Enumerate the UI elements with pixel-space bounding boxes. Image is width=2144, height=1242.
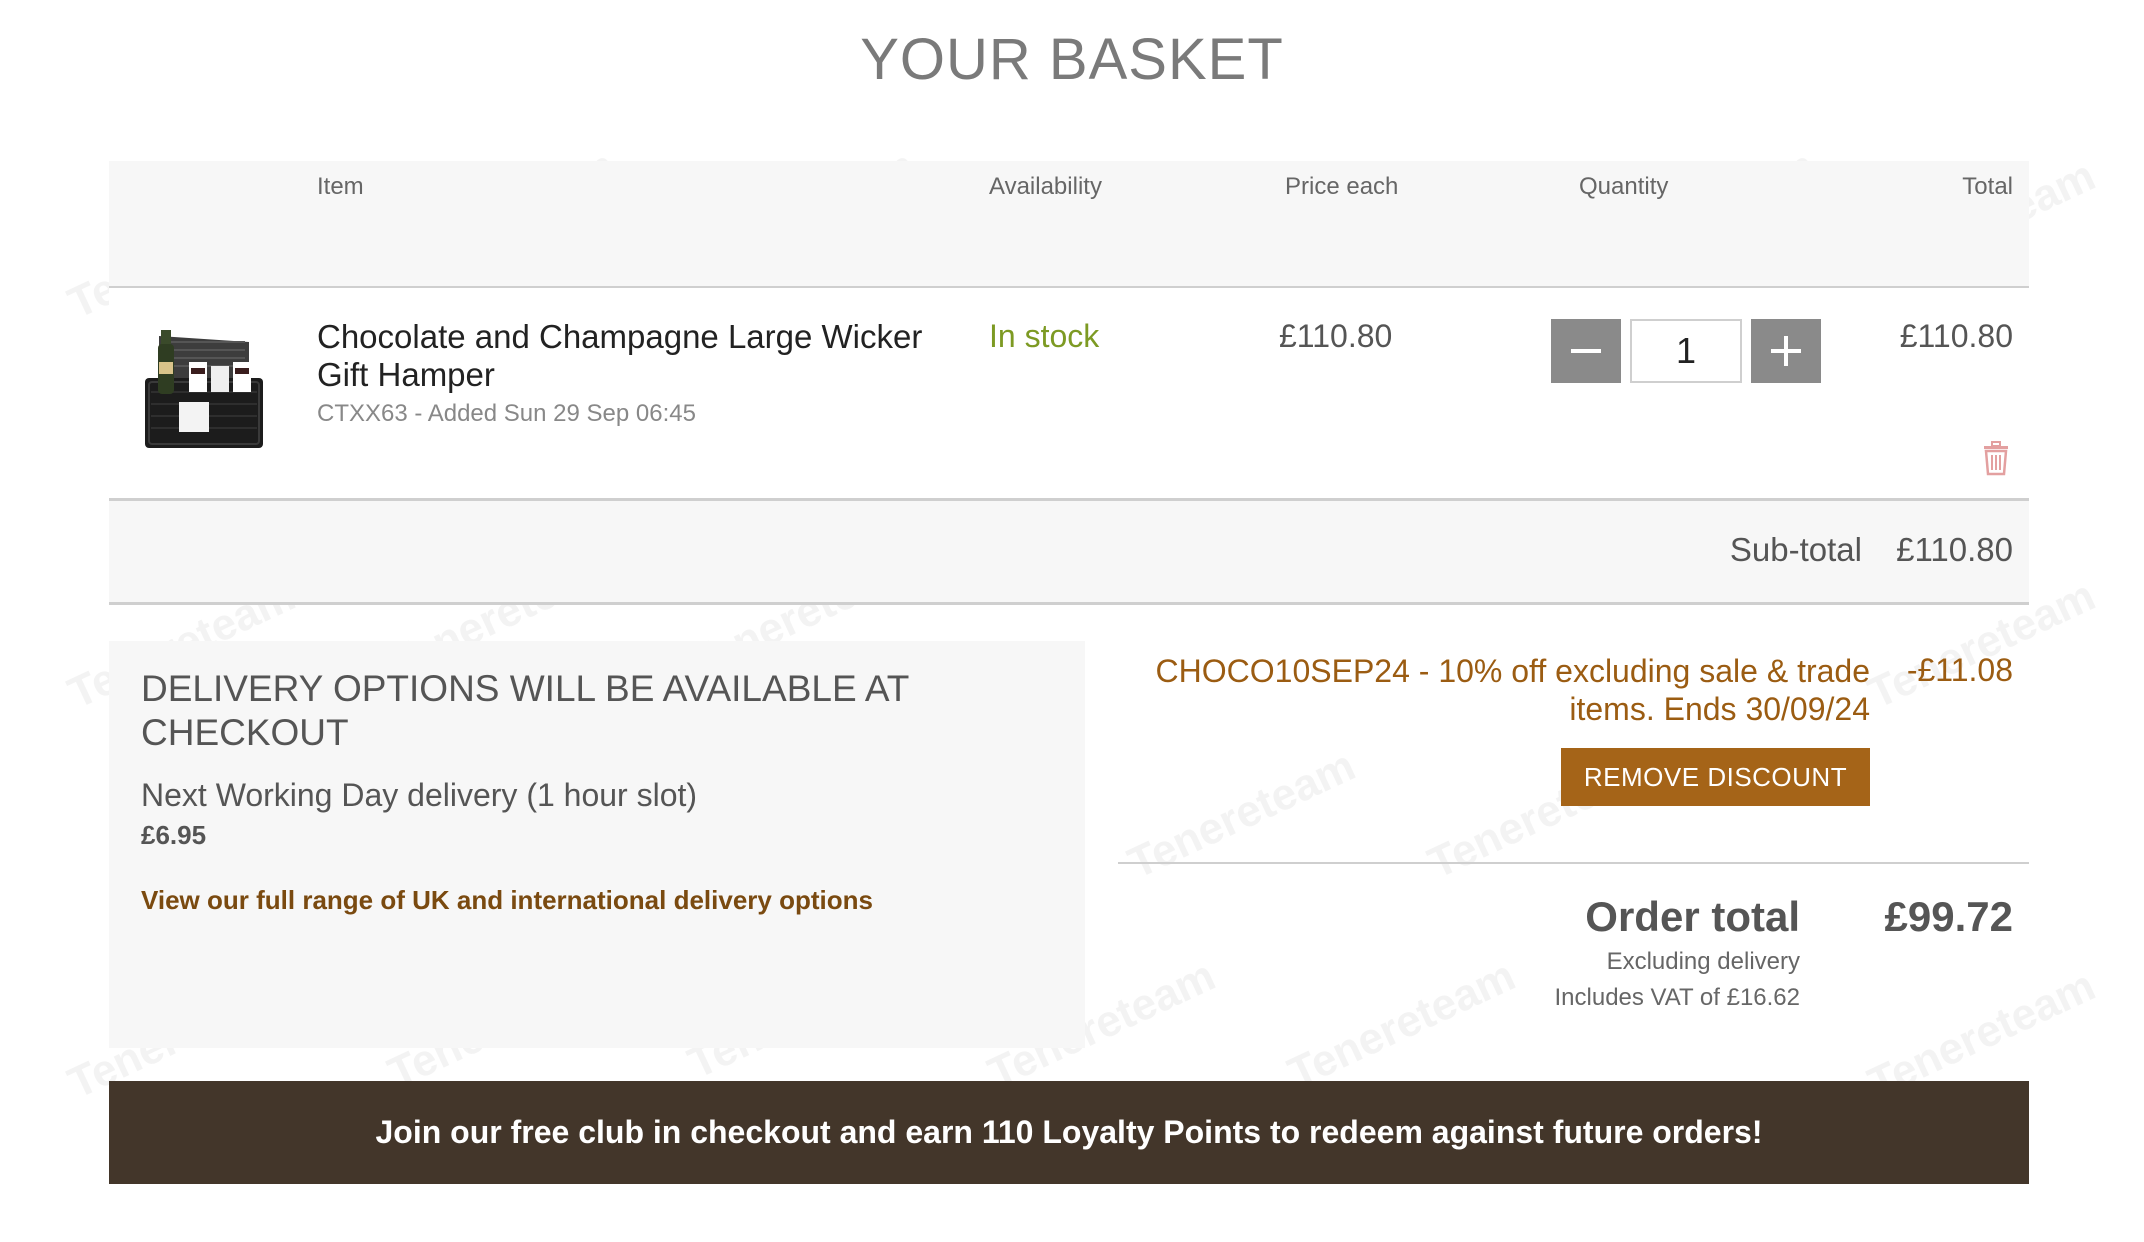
discount-description: CHOCO10SEP24 - 10% off excluding sale & … [1155,653,1870,727]
availability-status: In stock [989,318,1100,354]
plus-icon [1771,336,1801,366]
header-total: Total [1962,173,2013,200]
watermark: Tenereteam [1280,950,1523,1099]
header-price-each: Price each [1285,173,1399,200]
header-item: Item [317,173,364,200]
subtotal-value: £110.80 [1896,531,2013,568]
delivery-option-price: £6.95 [141,820,207,850]
basket-row: Chocolate and Champagne Large Wicker Gif… [109,288,2029,501]
trash-icon[interactable] [1981,440,2011,476]
remove-discount-button[interactable]: REMOVE DISCOUNT [1561,748,1870,806]
minus-icon [1571,349,1601,353]
subtotal-row: Sub-total £110.80 [109,501,2029,605]
totals-divider [1118,862,2029,864]
delivery-option-name: Next Working Day delivery (1 hour slot) [141,777,698,813]
excluding-delivery-note: Excluding delivery [1606,948,1800,975]
increase-quantity-button[interactable] [1751,319,1821,383]
discount-value: -£11.08 [1906,652,2013,688]
quantity-stepper [1551,319,1821,385]
vat-note: Includes VAT of £16.62 [1554,984,1801,1011]
watermark: Tenereteam [1120,740,1363,889]
quantity-input[interactable] [1630,319,1742,383]
delivery-heading: DELIVERY OPTIONS WILL BE AVAILABLE AT CH… [141,668,909,753]
subtotal-label: Sub-total [1729,531,1862,568]
header-quantity: Quantity [1579,173,1669,200]
basket-table: Item Availability Price each Quantity To… [109,161,2029,605]
price-each: £110.80 [1279,318,1393,354]
product-meta: CTXX63 - Added Sun 29 Sep 06:45 [317,400,696,427]
delivery-options-link[interactable]: View our full range of UK and internatio… [141,885,873,916]
product-name[interactable]: Chocolate and Champagne Large Wicker Gif… [317,318,957,394]
basket-page: Tenereteam Tenereteam Tenereteam Teneret… [0,0,2144,1242]
table-header: Item Availability Price each Quantity To… [109,161,2029,288]
order-total-label: Order total [1585,893,1800,940]
row-total: £110.80 [1899,318,2013,354]
order-total-value: £99.72 [1884,893,2013,940]
page-title: YOUR BASKET [860,27,1284,92]
wicker-hamper-image[interactable] [139,328,269,453]
loyalty-banner: Join our free club in checkout and earn … [109,1081,2029,1184]
header-availability: Availability [989,173,1102,200]
decrease-quantity-button[interactable] [1551,319,1621,383]
delivery-options-panel: DELIVERY OPTIONS WILL BE AVAILABLE AT CH… [109,641,1085,1048]
